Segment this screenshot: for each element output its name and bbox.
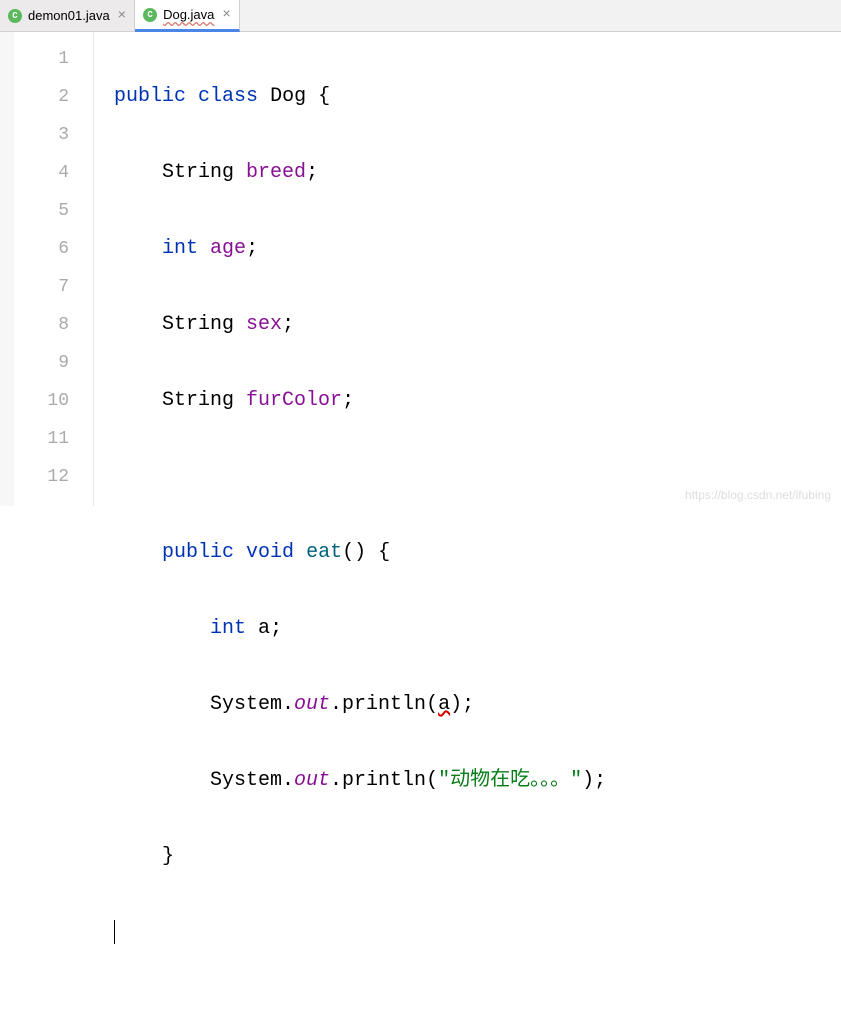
tab-bar: C demon01.java × C Dog.java × [0, 0, 841, 32]
code-line: int age; [114, 230, 841, 268]
line-number: 10 [0, 382, 93, 420]
line-number: 12 [0, 458, 93, 496]
line-number: 8 [0, 306, 93, 344]
line-number: 7 [0, 268, 93, 306]
line-number: 1 [0, 40, 93, 78]
watermark: https://blog.csdn.net/ifubing [685, 488, 831, 502]
line-number: 6 [0, 230, 93, 268]
editor-area: 1 2 3 4 5 6 7 8 9 10 11 12 public class … [0, 32, 841, 506]
code-line: public void eat() { [114, 534, 841, 572]
tab-demon01[interactable]: C demon01.java × [0, 0, 135, 31]
code-line: String sex; [114, 306, 841, 344]
gutter: 1 2 3 4 5 6 7 8 9 10 11 12 [0, 32, 94, 506]
code-line: String breed; [114, 154, 841, 192]
line-number: 11 [0, 420, 93, 458]
close-icon[interactable]: × [118, 9, 126, 23]
code-line [114, 914, 841, 952]
code-line: int a; [114, 610, 841, 648]
java-class-icon: C [8, 9, 22, 23]
java-class-icon: C [143, 8, 157, 22]
line-number: 4 [0, 154, 93, 192]
tab-label: demon01.java [28, 8, 110, 23]
line-number: 3 [0, 116, 93, 154]
line-number: 2 [0, 78, 93, 116]
code-line: String furColor; [114, 382, 841, 420]
code-line: System.out.println(a); [114, 686, 841, 724]
line-number: 5 [0, 192, 93, 230]
code-line: } [114, 838, 841, 876]
code-content[interactable]: public class Dog { String breed; int age… [94, 32, 841, 506]
code-line: public class Dog { [114, 78, 841, 116]
line-number: 9 [0, 344, 93, 382]
tab-dog[interactable]: C Dog.java × [135, 0, 240, 32]
code-line: System.out.println("动物在吃。。。"); [114, 762, 841, 800]
close-icon[interactable]: × [222, 8, 230, 22]
tab-label: Dog.java [163, 7, 214, 22]
text-cursor [114, 920, 115, 944]
